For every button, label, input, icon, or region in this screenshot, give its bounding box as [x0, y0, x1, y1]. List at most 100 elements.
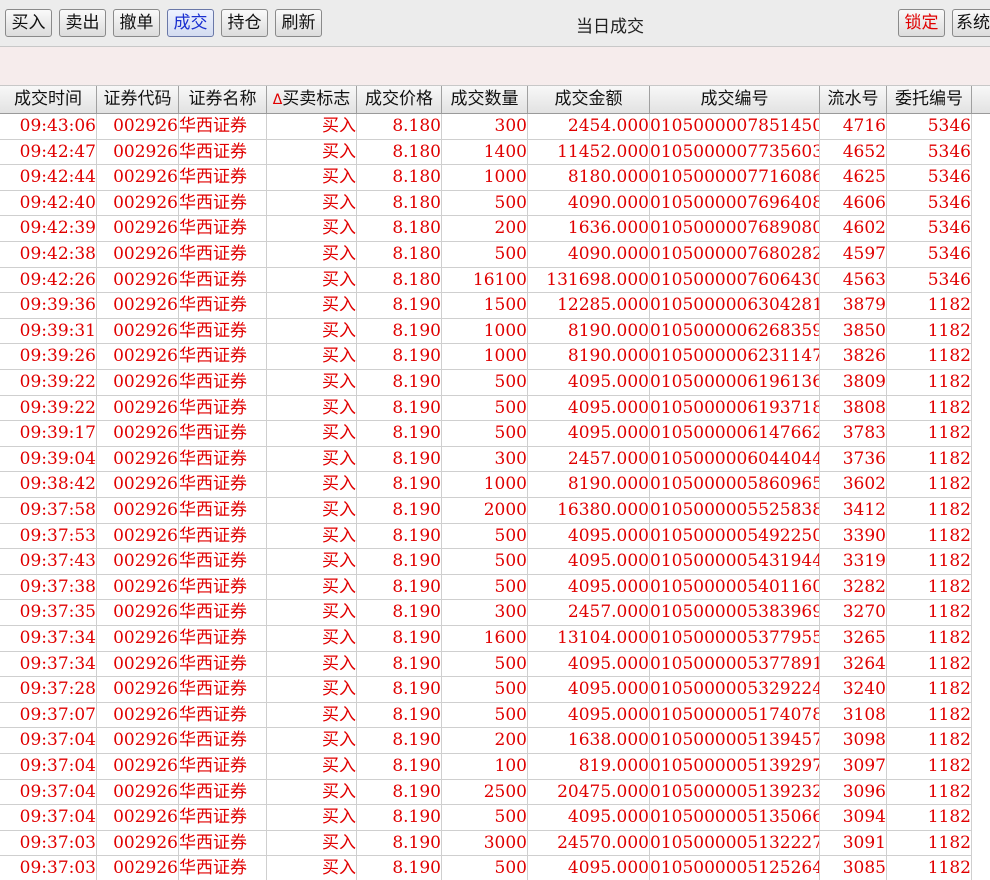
table-row[interactable]: 09:37:07 002926 华西证券 买入 8.190 500 4095.000 0105…	[0, 702, 990, 729]
table-row[interactable]: 09:39:36 002926 华西证券 买入 8.190 1500 12285.000 01…	[0, 293, 990, 319]
table-row[interactable]: 09:39:31 002926 华西证券 买入 8.190 1000 8190.000 010…	[0, 318, 990, 345]
cell-order-id: 1182	[887, 677, 972, 703]
column-header-price[interactable]: 成交价格	[357, 86, 442, 113]
buy-button[interactable]: 买入	[5, 9, 52, 37]
cell-serial-no: 3783	[820, 421, 887, 447]
cell-security-code: 002926	[97, 421, 179, 447]
cell-quantity: 500	[442, 421, 528, 447]
table-row[interactable]: 09:42:47 002926 华西证券 买入 8.180 1400 11452.000 01…	[0, 139, 990, 166]
cell-price: 8.190	[357, 651, 442, 678]
table-row[interactable]: 09:37:04 002926 华西证券 买入 8.190 500 4095.000 0105…	[0, 805, 990, 831]
cell-price: 8.190	[357, 779, 442, 806]
cell-security-code: 002926	[97, 728, 179, 754]
table-row[interactable]: 09:39:22 002926 华西证券 买入 8.190 500 4095.000 0105…	[0, 395, 990, 422]
trades-button[interactable]: 成交	[167, 9, 214, 37]
cell-quantity: 500	[442, 242, 528, 268]
table-row[interactable]: 09:42:44 002926 华西证券 买入 8.180 1000 8180.000 010…	[0, 165, 990, 191]
cell-trade-time: 09:39:22	[0, 395, 97, 422]
table-row[interactable]: 09:37:34 002926 华西证券 买入 8.190 500 4095.000 0105…	[0, 651, 990, 678]
cell-security-name: 华西证券	[179, 754, 267, 780]
table-row[interactable]: 09:39:04 002926 华西证券 买入 8.190 300 2457.000 0105…	[0, 446, 990, 473]
table-row[interactable]: 09:37:53 002926 华西证券 买入 8.190 500 4095.000 0105…	[0, 523, 990, 550]
cell-order-id: 1182	[887, 856, 972, 880]
cell-price: 8.190	[357, 549, 442, 575]
cell-security-code: 002926	[97, 651, 179, 678]
cell-serial-no: 3736	[820, 446, 887, 473]
refresh-button[interactable]: 刷新	[275, 9, 322, 37]
cell-trade-id: 0105000005377891	[650, 651, 820, 678]
table-row[interactable]: 09:42:40 002926 华西证券 买入 8.180 500 4090.000 0105…	[0, 190, 990, 217]
cell-security-code: 002926	[97, 549, 179, 575]
table-row[interactable]: 09:42:39 002926 华西证券 买入 8.180 200 1636.000 0105…	[0, 216, 990, 242]
cell-price: 8.190	[357, 574, 442, 601]
cell-serial-no: 3091	[820, 830, 887, 857]
cell-amount: 2454.000	[528, 114, 650, 140]
table-row[interactable]: 09:43:06 002926 华西证券 买入 8.180 300 2454.000 0105…	[0, 114, 990, 140]
cell-serial-no: 4716	[820, 114, 887, 140]
table-row[interactable]: 09:37:43 002926 华西证券 买入 8.190 500 4095.000 0105…	[0, 549, 990, 575]
column-header-trade-time[interactable]: 成交时间	[0, 86, 97, 113]
cell-price: 8.190	[357, 472, 442, 498]
page-title: 当日成交	[576, 17, 644, 37]
table-row[interactable]: 09:37:03 002926 华西证券 买入 8.190 3000 24570.000 01…	[0, 830, 990, 857]
cell-security-name: 华西证券	[179, 395, 267, 422]
cancel-order-button[interactable]: 撤单	[113, 9, 160, 37]
column-header-quantity[interactable]: 成交数量	[442, 86, 528, 113]
cell-amount: 12285.000	[528, 293, 650, 319]
cell-security-name: 华西证券	[179, 600, 267, 626]
cell-amount: 4095.000	[528, 395, 650, 422]
table-row[interactable]: 09:37:04 002926 华西证券 买入 8.190 100 819.000 01050…	[0, 754, 990, 780]
table-row[interactable]: 09:39:26 002926 华西证券 买入 8.190 1000 8190.000 010…	[0, 344, 990, 370]
table-row[interactable]: 09:37:38 002926 华西证券 买入 8.190 500 4095.000 0105…	[0, 574, 990, 601]
table-row[interactable]: 09:37:03 002926 华西证券 买入 8.190 500 4095.000 0105…	[0, 856, 990, 880]
cell-trade-time: 09:37:28	[0, 677, 97, 703]
column-header-serial-no[interactable]: 流水号	[820, 86, 887, 113]
table-row[interactable]: 09:39:17 002926 华西证券 买入 8.190 500 4095.000 0105…	[0, 421, 990, 447]
cell-side: 买入	[267, 728, 357, 754]
cell-amount: 8190.000	[528, 344, 650, 370]
cell-serial-no: 3085	[820, 856, 887, 880]
cell-price: 8.190	[357, 395, 442, 422]
table-row[interactable]: 09:37:35 002926 华西证券 买入 8.190 300 2457.000 0105…	[0, 600, 990, 626]
cell-security-name: 华西证券	[179, 318, 267, 345]
cell-serial-no: 3809	[820, 370, 887, 396]
positions-button[interactable]: 持仓	[221, 9, 268, 37]
table-row[interactable]: 09:39:22 002926 华西证券 买入 8.190 500 4095.000 0105…	[0, 370, 990, 396]
table-row[interactable]: 09:42:38 002926 华西证券 买入 8.180 500 4090.000 0105…	[0, 242, 990, 268]
cell-trade-id: 0105000005525838	[650, 498, 820, 524]
cell-security-name: 华西证券	[179, 472, 267, 498]
table-row[interactable]: 09:37:34 002926 华西证券 买入 8.190 1600 13104.000 01…	[0, 626, 990, 652]
cell-quantity: 500	[442, 395, 528, 422]
table-row[interactable]: 09:37:58 002926 华西证券 买入 8.190 2000 16380.000 01…	[0, 498, 990, 524]
cell-quantity: 100	[442, 754, 528, 780]
system-button[interactable]: 系统	[952, 9, 990, 37]
cell-amount: 4090.000	[528, 242, 650, 268]
column-header-trade-id[interactable]: 成交编号	[650, 86, 820, 113]
cell-side: 买入	[267, 779, 357, 806]
cell-trade-time: 09:37:04	[0, 779, 97, 806]
cell-order-id: 1182	[887, 626, 972, 652]
column-header-order-id[interactable]: 委托编号	[887, 86, 972, 113]
cell-side: 买入	[267, 395, 357, 422]
table-row[interactable]: 09:38:42 002926 华西证券 买入 8.190 1000 8190.000 010…	[0, 472, 990, 498]
lock-button[interactable]: 锁定	[898, 9, 945, 37]
cell-order-id: 5346	[887, 242, 972, 268]
cell-price: 8.190	[357, 421, 442, 447]
cell-order-id: 1182	[887, 651, 972, 678]
cell-price: 8.190	[357, 677, 442, 703]
table-row[interactable]: 09:37:28 002926 华西证券 买入 8.190 500 4095.000 0105…	[0, 677, 990, 703]
column-header-side[interactable]: Δ买卖标志	[267, 86, 357, 113]
cell-trade-id: 0105000006044044	[650, 446, 820, 473]
column-header-amount[interactable]: 成交金额	[528, 86, 650, 113]
cell-serial-no: 3850	[820, 318, 887, 345]
column-header-security-name[interactable]: 证券名称	[179, 86, 267, 113]
cell-security-code: 002926	[97, 805, 179, 831]
table-row[interactable]: 09:42:26 002926 华西证券 买入 8.180 16100 131698.000…	[0, 267, 990, 294]
table-row[interactable]: 09:37:04 002926 华西证券 买入 8.190 200 1638.000 0105…	[0, 728, 990, 754]
trades-table[interactable]: 09:43:06 002926 华西证券 买入 8.180 300 2454.000 0105…	[0, 114, 990, 880]
cell-security-code: 002926	[97, 574, 179, 601]
cell-side: 买入	[267, 523, 357, 550]
table-row[interactable]: 09:37:04 002926 华西证券 买入 8.190 2500 20475.000 01…	[0, 779, 990, 806]
sell-button[interactable]: 卖出	[59, 9, 106, 37]
column-header-security-code[interactable]: 证券代码	[97, 86, 179, 113]
